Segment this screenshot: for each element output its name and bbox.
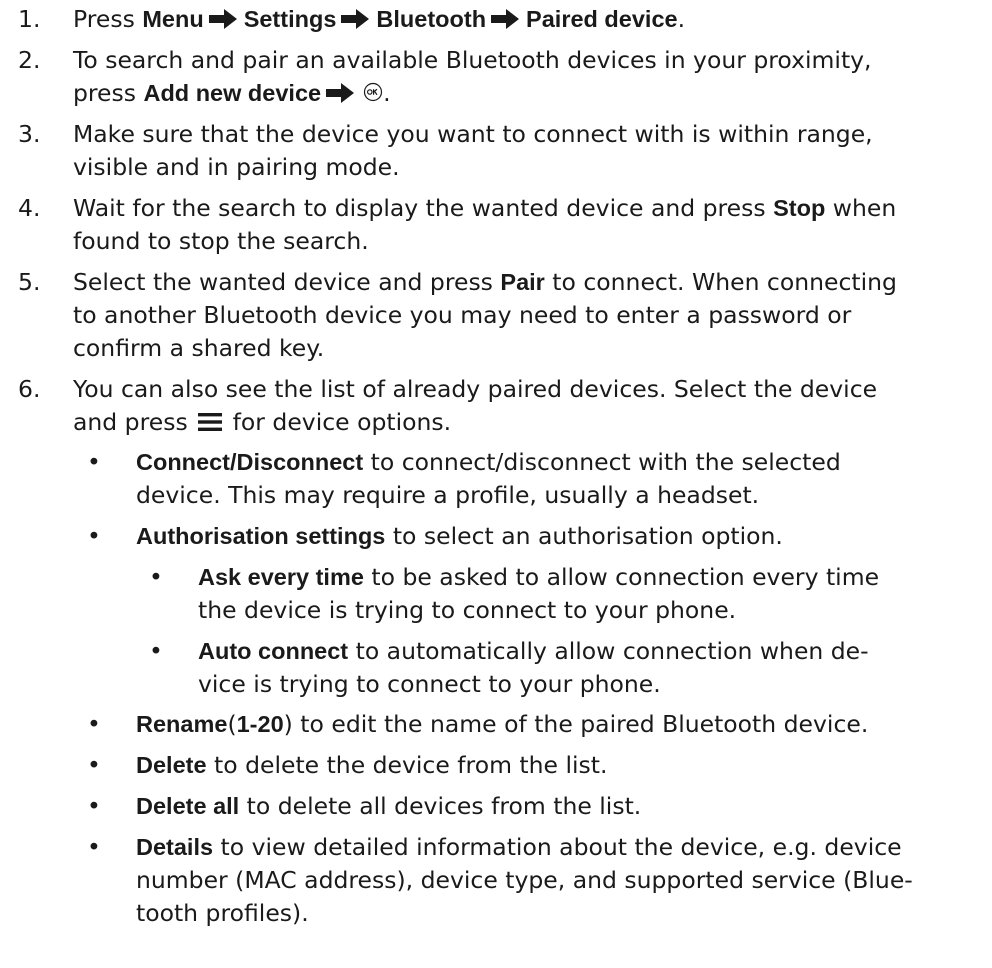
option-text: Rename(1-20) to edit the name of the pai…: [136, 708, 992, 741]
arrow-right-icon: [340, 6, 370, 39]
add-new-device-label: Add new device: [143, 80, 322, 106]
bullet: •: [149, 563, 163, 591]
option-text: Delete all to delete all devices from th…: [136, 790, 992, 823]
authorisation-settings-label: Authorisation settings: [136, 523, 386, 549]
step-text: to another Bluetooth device you may need…: [73, 301, 852, 329]
step-text: Select the wanted device and press Pair …: [73, 266, 973, 299]
option-text: Ask every time to be asked to allow conn…: [198, 561, 992, 594]
ok-key-icon: [363, 78, 383, 111]
text-run: to connect. When connecting: [544, 268, 897, 296]
text-run: to delete all devices from the list.: [239, 792, 642, 820]
option-text: the device is trying to connect to your …: [198, 596, 737, 624]
stop-label: Stop: [773, 195, 826, 221]
delete-label: Delete: [136, 752, 207, 778]
step-text: Press Menu Settings Bluetooth Paired device…: [73, 3, 973, 39]
step-text: press Add new device.: [73, 77, 973, 113]
option-text: tooth profiles).: [136, 899, 309, 927]
settings-label: Settings: [243, 6, 337, 32]
step-number: 3.: [18, 120, 41, 148]
auto-connect-label: Auto connect: [198, 638, 349, 664]
step-text: visible and in pairing mode.: [73, 153, 400, 181]
manual-page: 1. Press Menu Settings Bluetooth Paired dev…: [0, 0, 992, 968]
step-text: found to stop the search.: [73, 227, 369, 255]
rename-label: Rename: [136, 711, 228, 737]
step-text: Wait for the search to display the wante…: [73, 192, 973, 225]
step-text: and press for device options.: [73, 406, 973, 441]
text-run: Press: [73, 5, 143, 33]
step-text: You can also see the list of already pai…: [73, 375, 878, 403]
rename-range-label: 1-20: [236, 711, 284, 737]
step-number: 1.: [18, 5, 41, 33]
bullet: •: [87, 522, 101, 550]
option-text: number (MAC address), device type, and s…: [136, 866, 913, 894]
text-run: to be asked to allow connection every ti…: [363, 563, 880, 591]
bullet: •: [149, 637, 163, 665]
text-run: and press: [73, 408, 196, 436]
text-run: to view detailed information about the d…: [213, 833, 902, 861]
delete-all-label: Delete all: [136, 793, 240, 819]
ask-every-time-label: Ask every time: [198, 564, 364, 590]
arrow-right-icon: [490, 6, 520, 39]
text-run: to select an authorisation option.: [385, 522, 783, 550]
text-run: ) to edit the name of the paired Bluetoo…: [283, 710, 869, 738]
step-number: 5.: [18, 268, 41, 296]
step-text: confirm a shared key.: [73, 334, 325, 362]
arrow-right-icon: [325, 80, 355, 113]
pair-label: Pair: [500, 269, 545, 295]
bullet: •: [87, 448, 101, 476]
text-run: .: [383, 79, 391, 107]
text-run: when: [825, 194, 897, 222]
bullet: •: [87, 792, 101, 820]
option-text: Delete to delete the device from the lis…: [136, 749, 992, 782]
option-text: Auto connect to automatically allow conn…: [198, 635, 992, 668]
text-run: .: [677, 5, 686, 33]
step-number: 2.: [18, 46, 41, 74]
arrow-right-icon: [208, 6, 238, 39]
option-text: Authorisation settings to select an auth…: [136, 520, 992, 553]
paired-device-label: Paired device: [526, 6, 678, 32]
step-text: Make sure that the device you want to co…: [73, 120, 873, 148]
option-text: vice is trying to connect to your phone.: [198, 670, 661, 698]
bullet: •: [87, 833, 101, 861]
bullet: •: [87, 751, 101, 779]
option-text: Details to view detailed information abo…: [136, 831, 992, 864]
text-run: (: [227, 710, 237, 738]
bluetooth-label: Bluetooth: [376, 6, 487, 32]
text-run: press: [73, 79, 144, 107]
step-text: To search and pair an available Bluetoot…: [73, 46, 872, 74]
text-run: Wait for the search to display the wante…: [73, 194, 774, 222]
details-label: Details: [136, 834, 214, 860]
option-text: device. This may require a profile, usua…: [136, 481, 760, 509]
text-run: for device options.: [225, 408, 452, 436]
menu-lines-icon: [198, 408, 223, 441]
menu-label: Menu: [142, 6, 204, 32]
bullet: •: [87, 710, 101, 738]
text-run: to automatically allow connection when d…: [348, 637, 869, 665]
text-run: to delete the device from the list.: [206, 751, 608, 779]
step-number: 4.: [18, 194, 41, 222]
option-text: Connect/Disconnect to connect/disconnect…: [136, 446, 992, 479]
connect-disconnect-label: Connect/Disconnect: [136, 449, 364, 475]
text-run: to connect/disconnect with the selected: [363, 448, 841, 476]
text-run: Select the wanted device and press: [73, 268, 501, 296]
step-number: 6.: [18, 375, 41, 403]
